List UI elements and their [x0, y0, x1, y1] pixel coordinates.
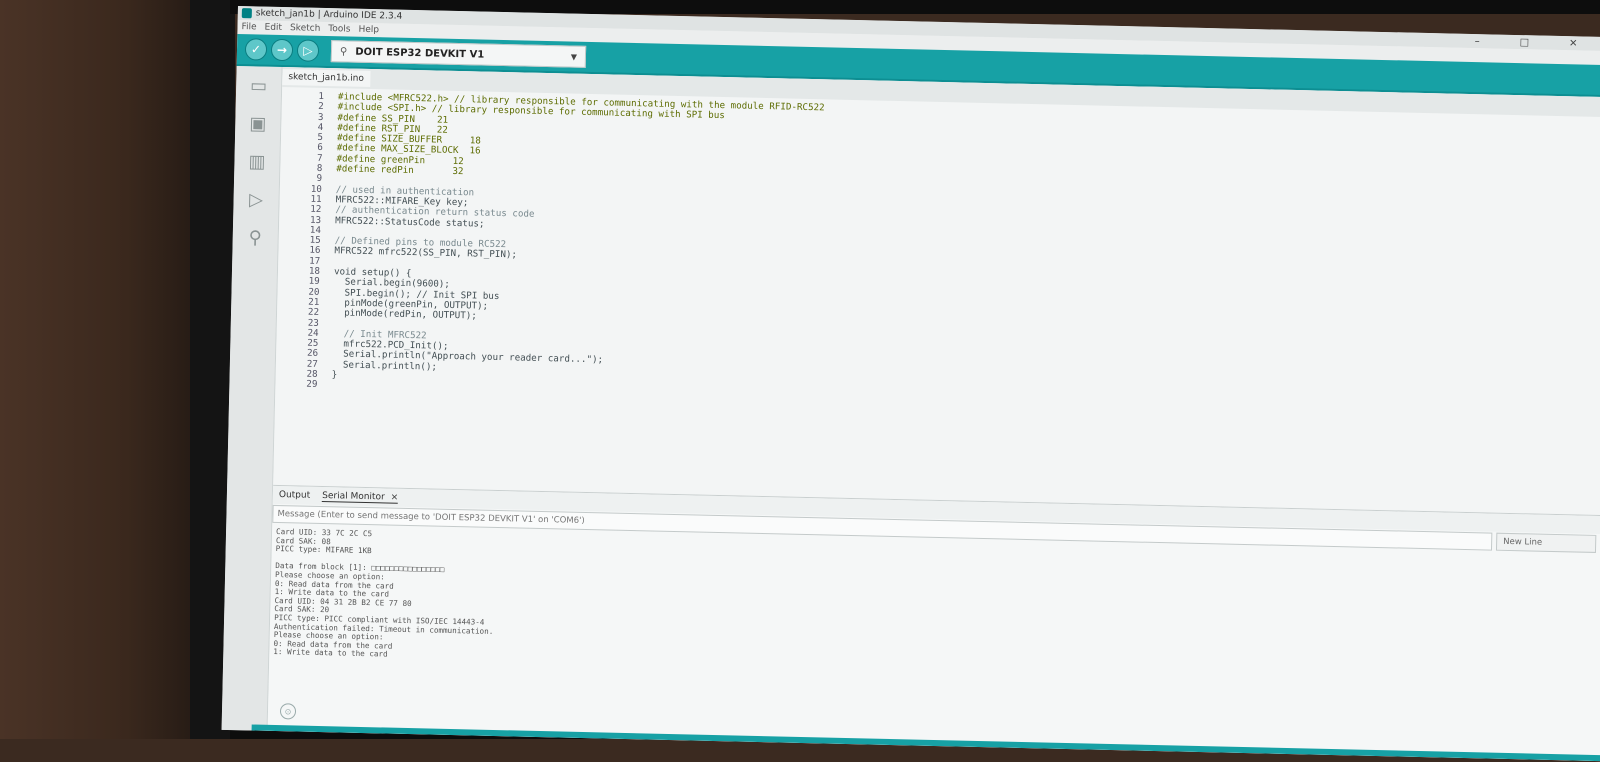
code-text: } — [332, 370, 338, 380]
close-icon[interactable]: × — [391, 492, 399, 502]
library-icon[interactable]: ▥ — [234, 142, 280, 181]
arduino-app-icon — [242, 8, 252, 18]
line-number: 29 — [275, 379, 331, 391]
search-icon[interactable]: ⚲ — [232, 218, 278, 257]
line-ending-select[interactable]: New Line — [1496, 533, 1596, 553]
menu-sketch[interactable]: Sketch — [290, 23, 321, 34]
board-icon[interactable]: ▣ — [235, 104, 281, 143]
chevron-down-icon: ▼ — [571, 52, 577, 61]
notification-icon[interactable]: ⊙ — [280, 703, 296, 719]
upload-button[interactable]: → — [271, 39, 293, 61]
tab-serial-monitor[interactable]: Serial Monitor × — [322, 491, 398, 504]
serial-monitor-label: Serial Monitor — [322, 491, 385, 502]
debug-button[interactable]: ▷ — [297, 39, 319, 61]
verify-button[interactable]: ✓ — [245, 38, 267, 60]
menu-help[interactable]: Help — [358, 25, 379, 35]
arduino-ide-window: sketch_jan1b | Arduino IDE 2.3.4 – □ ✕ F… — [222, 6, 1600, 762]
menu-file[interactable]: File — [241, 22, 256, 32]
menu-tools[interactable]: Tools — [328, 24, 350, 35]
usb-icon: ⚲ — [340, 46, 348, 57]
folder-icon[interactable]: ▭ — [236, 66, 282, 105]
minimize-button[interactable]: – — [1475, 36, 1480, 47]
arrow-right-icon: → — [277, 43, 287, 57]
tab-output[interactable]: Output — [279, 490, 310, 501]
maximize-button[interactable]: □ — [1520, 37, 1530, 48]
code-editor[interactable]: sketch_jan1b.ino 1#include <MFRC522.h> /… — [273, 67, 1600, 518]
line-ending-value: New Line — [1503, 537, 1542, 548]
debug-icon: ▷ — [303, 43, 313, 57]
check-icon: ✓ — [251, 42, 261, 56]
file-tab[interactable]: sketch_jan1b.ino — [282, 69, 370, 87]
board-selector[interactable]: ⚲ DOIT ESP32 DEVKIT V1 ▼ — [331, 40, 586, 68]
workspace: ▭ ▣ ▥ ▷ ⚲ sketch_jan1b.ino 1#include <MF… — [222, 66, 1600, 762]
board-name: DOIT ESP32 DEVKIT V1 — [355, 46, 484, 60]
code-lines[interactable]: 1#include <MFRC522.h> // library respons… — [275, 87, 1600, 420]
menu-edit[interactable]: Edit — [264, 23, 282, 33]
debug-icon[interactable]: ▷ — [233, 180, 279, 219]
output-panel: Output Serial Monitor× New Line Card UID… — [268, 485, 1600, 762]
close-button[interactable]: ✕ — [1569, 38, 1578, 49]
window-title: sketch_jan1b | Arduino IDE 2.3.4 — [256, 8, 403, 21]
